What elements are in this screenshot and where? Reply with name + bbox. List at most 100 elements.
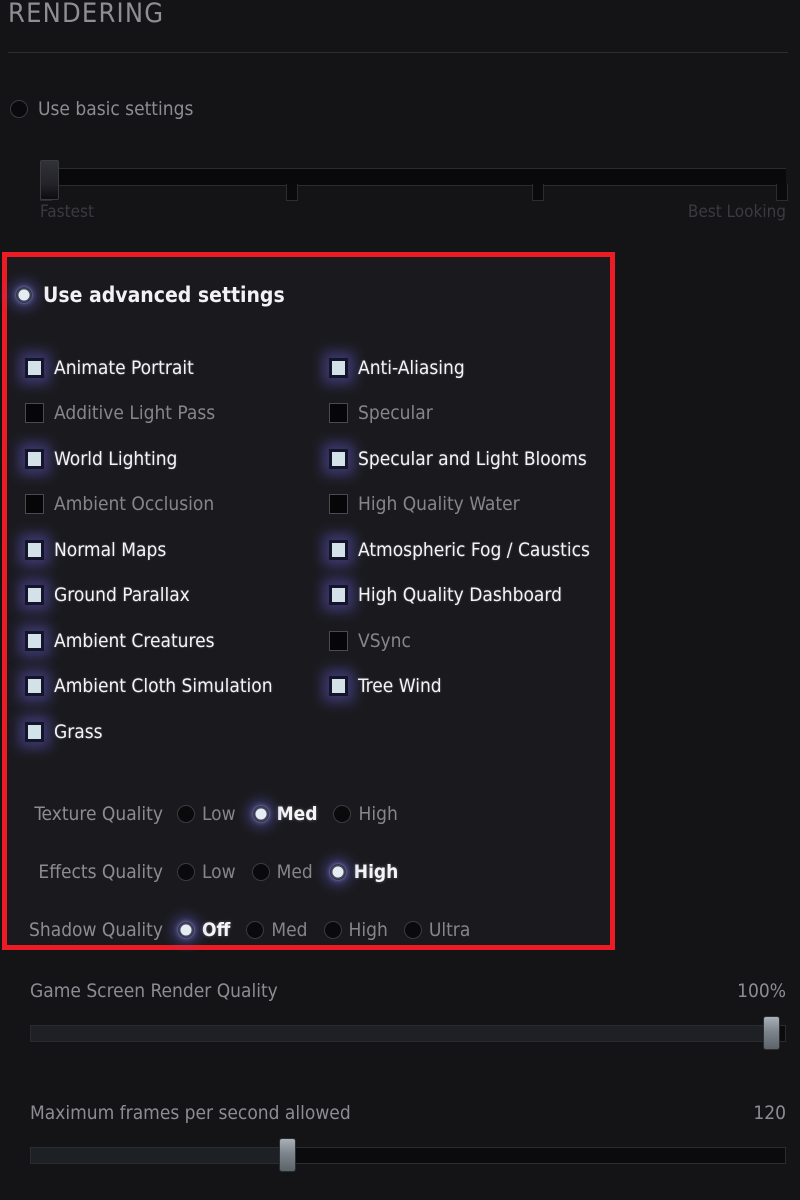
radio-icon-effects-quality-low[interactable] <box>177 863 195 881</box>
checkbox-label-specular-and-light-blooms: Specular and Light Blooms <box>358 447 587 470</box>
radio-icon-shadow-quality-high[interactable] <box>323 921 342 939</box>
checkbox-row-world-lighting[interactable]: World Lighting <box>25 436 273 482</box>
radio-icon-shadow-quality-off[interactable] <box>177 921 195 939</box>
quality-option-label-shadow-quality-off: Off <box>202 919 231 941</box>
quality-row-effects-quality: Effects Quality Low Med High <box>7 843 610 901</box>
checkbox-checked-icon-normal-maps[interactable] <box>25 539 44 560</box>
quality-option-texture-quality-med[interactable]: Med <box>251 803 318 825</box>
radio-icon-shadow-quality-ultra[interactable] <box>403 921 422 939</box>
checkbox-label-atmospheric-fog-caustics: Atmospheric Fog / Caustics <box>358 538 590 561</box>
checkbox-unchecked-icon-ambient-occlusion[interactable] <box>25 494 44 515</box>
checkbox-label-normal-maps: Normal Maps <box>54 538 167 561</box>
checkbox-checked-icon-ground-parallax[interactable] <box>25 585 44 606</box>
checkbox-checked-icon-ambient-creatures[interactable] <box>25 630 44 651</box>
checkbox-unchecked-icon-high-quality-water[interactable] <box>329 494 348 515</box>
quality-option-label-effects-quality-high: High <box>353 861 399 883</box>
quality-option-label-texture-quality-med: Med <box>276 803 318 825</box>
basic-settings-radio-row[interactable]: Use basic settings <box>10 98 193 120</box>
checkbox-row-vsync[interactable]: VSync <box>329 618 590 664</box>
checkbox-row-ground-parallax[interactable]: Ground Parallax <box>25 573 273 619</box>
radio-icon-effects-quality-high[interactable] <box>328 863 347 881</box>
advanced-settings-label: Use advanced settings <box>43 283 285 307</box>
game-screen-render-quality-slider-block: Game Screen Render Quality 100% <box>30 980 786 1050</box>
game-screen-render-quality-slider[interactable] <box>30 1016 786 1050</box>
page-title: RENDERING <box>8 0 165 29</box>
radio-icon-effects-quality-med[interactable] <box>251 863 270 881</box>
max-fps-slider[interactable] <box>30 1138 786 1172</box>
checkbox-row-ambient-creatures[interactable]: Ambient Creatures <box>25 618 273 664</box>
radio-icon-texture-quality-med[interactable] <box>251 805 270 823</box>
basic-slider-track[interactable] <box>40 168 786 186</box>
checkbox-checked-icon-high-quality-dashboard[interactable] <box>329 585 348 606</box>
checkbox-row-specular[interactable]: Specular <box>329 391 590 437</box>
checkbox-row-ambient-occlusion[interactable]: Ambient Occlusion <box>25 482 273 528</box>
quality-option-effects-quality-med[interactable]: Med <box>251 861 313 883</box>
checkbox-label-ambient-creatures: Ambient Creatures <box>54 629 215 652</box>
checkbox-label-additive-light-pass: Additive Light Pass <box>54 402 216 425</box>
checkbox-label-ambient-cloth-simulation: Ambient Cloth Simulation <box>54 675 273 698</box>
checkbox-row-ambient-cloth-simulation[interactable]: Ambient Cloth Simulation <box>25 664 273 710</box>
max-fps-fill <box>31 1148 287 1163</box>
checkbox-checked-icon-grass[interactable] <box>25 721 44 742</box>
checkbox-checked-icon-atmospheric-fog-caustics[interactable] <box>329 539 348 560</box>
radio-icon-use-basic-settings[interactable] <box>10 100 28 118</box>
quality-option-shadow-quality-off[interactable]: Off <box>177 919 230 941</box>
checkbox-row-anti-aliasing[interactable]: Anti-Aliasing <box>329 345 590 391</box>
basic-slider-notch-2 <box>532 184 544 201</box>
checkbox-checked-icon-tree-wind[interactable] <box>329 676 348 697</box>
radio-icon-texture-quality-low[interactable] <box>177 805 195 823</box>
radio-icon-use-advanced-settings[interactable] <box>15 286 33 304</box>
game-screen-render-quality-handle[interactable] <box>762 1016 780 1050</box>
checkbox-checked-icon-animate-portrait[interactable] <box>25 357 44 378</box>
advanced-settings-radio-row[interactable]: Use advanced settings <box>15 283 285 307</box>
checkbox-unchecked-icon-vsync[interactable] <box>329 630 348 651</box>
quality-row-shadow-quality: Shadow Quality Off Med High Ultra <box>7 901 610 959</box>
checkbox-label-anti-aliasing: Anti-Aliasing <box>358 356 465 379</box>
checkbox-column-right: Anti-Aliasing Specular Specular and Light … <box>329 345 590 709</box>
quality-option-texture-quality-high[interactable]: High <box>333 803 398 825</box>
quality-option-effects-quality-low[interactable]: Low <box>177 861 236 883</box>
basic-slider-handle[interactable] <box>40 160 59 200</box>
checkbox-checked-icon-anti-aliasing[interactable] <box>329 357 348 378</box>
header: RENDERING <box>0 0 800 53</box>
basic-slider-notch-1 <box>286 184 298 201</box>
basic-slider-max-label: Best Looking <box>687 202 786 222</box>
quality-row-texture-quality: Texture Quality Low Med High <box>7 785 610 843</box>
game-screen-render-quality-label: Game Screen Render Quality <box>30 980 278 1002</box>
checkbox-row-additive-light-pass[interactable]: Additive Light Pass <box>25 391 273 437</box>
quality-option-effects-quality-high[interactable]: High <box>328 861 399 883</box>
bottom-sliders: Game Screen Render Quality 100% Maximum … <box>0 962 800 1200</box>
checkbox-row-tree-wind[interactable]: Tree Wind <box>329 664 590 710</box>
checkbox-unchecked-icon-additive-light-pass[interactable] <box>25 403 44 424</box>
checkbox-row-specular-and-light-blooms[interactable]: Specular and Light Blooms <box>329 436 590 482</box>
quality-option-shadow-quality-high[interactable]: High <box>323 919 388 941</box>
checkbox-label-ground-parallax: Ground Parallax <box>54 584 190 607</box>
quality-option-shadow-quality-ultra[interactable]: Ultra <box>403 919 470 941</box>
quality-row-label-texture-quality: Texture Quality <box>34 803 163 825</box>
quality-option-texture-quality-low[interactable]: Low <box>177 803 236 825</box>
max-fps-label: Maximum frames per second allowed <box>30 1102 351 1124</box>
checkbox-row-animate-portrait[interactable]: Animate Portrait <box>25 345 273 391</box>
checkbox-label-high-quality-dashboard: High Quality Dashboard <box>358 584 562 607</box>
basic-quality-slider[interactable] <box>40 154 788 201</box>
checkbox-unchecked-icon-specular[interactable] <box>329 403 348 424</box>
checkbox-row-high-quality-dashboard[interactable]: High Quality Dashboard <box>329 573 590 619</box>
checkbox-checked-icon-world-lighting[interactable] <box>25 448 44 469</box>
checkbox-row-grass[interactable]: Grass <box>25 709 273 755</box>
checkbox-label-ambient-occlusion: Ambient Occlusion <box>54 493 215 516</box>
radio-icon-shadow-quality-med[interactable] <box>246 921 265 939</box>
basic-slider-min-label: Fastest <box>40 202 94 222</box>
quality-option-label-effects-quality-low: Low <box>202 861 236 883</box>
checkbox-checked-icon-specular-and-light-blooms[interactable] <box>329 448 348 469</box>
quality-option-shadow-quality-med[interactable]: Med <box>246 919 308 941</box>
quality-option-label-shadow-quality-med: Med <box>271 919 308 941</box>
checkbox-row-high-quality-water[interactable]: High Quality Water <box>329 482 590 528</box>
checkbox-row-atmospheric-fog-caustics[interactable]: Atmospheric Fog / Caustics <box>329 527 590 573</box>
checkbox-column-left: Animate Portrait Additive Light Pass World… <box>25 345 273 755</box>
checkbox-row-normal-maps[interactable]: Normal Maps <box>25 527 273 573</box>
checkbox-label-tree-wind: Tree Wind <box>358 675 442 698</box>
radio-icon-texture-quality-high[interactable] <box>333 805 352 823</box>
checkbox-checked-icon-ambient-cloth-simulation[interactable] <box>25 676 44 697</box>
quality-option-label-effects-quality-med: Med <box>276 861 313 883</box>
max-fps-handle[interactable] <box>279 1138 297 1172</box>
